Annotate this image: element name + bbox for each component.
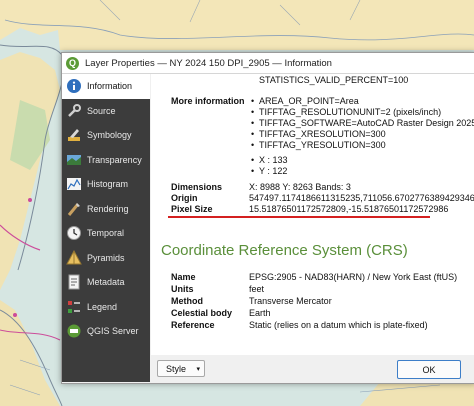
more-info-item: AREA_OR_POINT=Area: [251, 96, 359, 106]
histogram-icon: [66, 176, 82, 192]
info-icon: [66, 78, 82, 94]
clock-icon: [66, 225, 82, 241]
crs-label: Celestial body: [171, 308, 233, 318]
dimensions-label: Dimensions: [171, 182, 223, 192]
crs-value: feet: [249, 284, 265, 294]
sidebar-item-legend[interactable]: Legend: [62, 295, 150, 320]
sidebar-item-label: QGIS Server: [87, 326, 139, 337]
crs-label: Name: [171, 272, 196, 282]
sidebar-item-qgis-server[interactable]: QGIS Server: [62, 319, 150, 344]
dropdown-arrow-icon: ▾: [196, 366, 200, 373]
xy-item: Y : 122: [251, 166, 287, 176]
more-info-label: More information: [171, 96, 245, 106]
more-info-item: TIFFTAG_SOFTWARE=AutoCAD Raster Design 2…: [251, 118, 474, 128]
more-info-item: TIFFTAG_YRESOLUTION=300: [251, 140, 386, 150]
crs-value: Earth: [249, 308, 271, 318]
sidebar-item-transparency[interactable]: Transparency: [62, 148, 150, 173]
more-info-item: TIFFTAG_XRESOLUTION=300: [251, 129, 386, 139]
sidebar-item-label: Histogram: [87, 179, 129, 190]
style-button-label: Style: [166, 363, 187, 374]
xy-item: X : 133: [251, 155, 287, 165]
crs-label: Reference: [171, 320, 215, 330]
crs-label: Units: [171, 284, 194, 294]
brush-icon: [66, 201, 82, 217]
highlight-underline: [168, 216, 430, 218]
sidebar-item-symbology[interactable]: Symbology: [62, 123, 150, 148]
pixel-size-value: 15.51876501172572809,-15.518765011725729…: [249, 204, 449, 214]
sidebar-item-label: Information: [87, 81, 133, 92]
origin-value: 547497.1174186611315235,711056.670277638…: [249, 193, 474, 203]
sidebar-item-source[interactable]: Source: [62, 99, 150, 124]
sidebar-item-information[interactable]: Information: [62, 74, 150, 99]
crs-heading: Coordinate Reference System (CRS): [161, 242, 408, 259]
metadata-icon: [66, 274, 82, 290]
pyramid-icon: [66, 249, 82, 266]
window-title: Layer Properties — NY 2024 150 DPI_2905 …: [85, 57, 332, 69]
wrench-icon: [66, 103, 82, 119]
more-info-item: TIFFTAG_RESOLUTIONUNIT=2 (pixels/inch): [251, 107, 441, 117]
paintbrush-icon: [66, 127, 82, 143]
legend-icon: [66, 299, 82, 315]
sidebar-item-label: Legend: [87, 301, 118, 312]
button-bar: Style ▾ OK: [151, 355, 474, 382]
qgis-logo-icon: Q: [66, 56, 79, 70]
origin-label: Origin: [171, 193, 198, 203]
crs-value: Transverse Mercator: [249, 296, 332, 306]
ok-button[interactable]: OK: [397, 360, 461, 379]
dimensions-value: X: 8988 Y: 8263 Bands: 3: [249, 182, 351, 192]
sidebar: Information Source Symbology Transparenc…: [62, 74, 150, 382]
title-bar[interactable]: Q Layer Properties — NY 2024 150 DPI_290…: [62, 53, 474, 74]
sidebar-item-label: Temporal: [87, 228, 125, 239]
sidebar-item-pyramids[interactable]: Pyramids: [62, 246, 150, 271]
stats-line: STATISTICS_VALID_PERCENT=100: [259, 75, 409, 85]
pixel-size-label: Pixel Size: [171, 204, 213, 214]
crs-value: EPSG:2905 - NAD83(HARN) / New York East …: [249, 272, 458, 282]
sidebar-item-label: Symbology: [87, 130, 132, 141]
information-panel: STATISTICS_VALID_PERCENT=100 More inform…: [151, 74, 474, 355]
crs-label: Method: [171, 296, 203, 306]
sidebar-item-label: Rendering: [87, 203, 129, 214]
sidebar-item-temporal[interactable]: Temporal: [62, 221, 150, 246]
ok-button-label: OK: [422, 364, 436, 375]
sidebar-item-label: Pyramids: [87, 252, 125, 263]
crs-value: Static (relies on a datum which is plate…: [249, 320, 428, 330]
sidebar-item-label: Transparency: [87, 154, 142, 165]
layer-properties-dialog: Q Layer Properties — NY 2024 150 DPI_290…: [61, 52, 474, 384]
sidebar-item-histogram[interactable]: Histogram: [62, 172, 150, 197]
style-button[interactable]: Style ▾: [157, 360, 205, 377]
sidebar-item-metadata[interactable]: Metadata: [62, 270, 150, 295]
server-icon: [66, 323, 82, 339]
sidebar-item-label: Metadata: [87, 277, 125, 288]
transparency-icon: [66, 152, 82, 168]
sidebar-item-rendering[interactable]: Rendering: [62, 197, 150, 222]
sidebar-item-label: Source: [87, 105, 116, 116]
